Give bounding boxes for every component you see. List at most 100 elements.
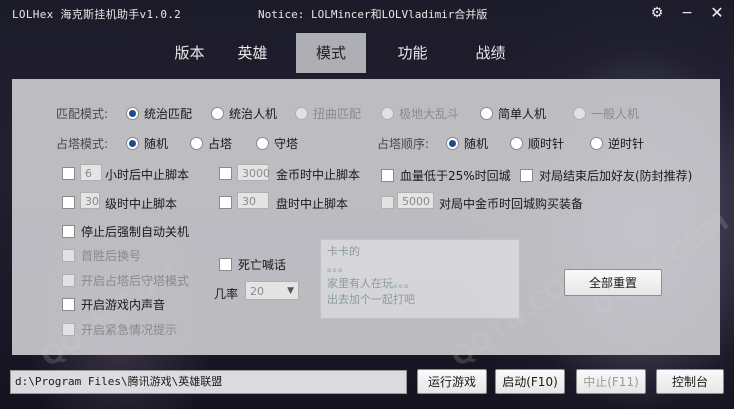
radio-label: 占塔 xyxy=(208,137,233,151)
death-chat-label: 死亡喊话 xyxy=(238,258,287,272)
gear-icon[interactable]: ⚙ xyxy=(646,3,668,23)
minimize-icon[interactable]: − xyxy=(676,3,698,23)
radio-dot xyxy=(446,137,459,150)
games-input[interactable]: 30 xyxy=(237,192,269,209)
shutdown-label: 停止后强制自动关机 xyxy=(81,225,190,239)
level-checkbox[interactable] xyxy=(62,196,81,209)
tower-order-label: 占塔顺序: xyxy=(377,137,430,151)
tab-hero[interactable]: 英雄 xyxy=(221,33,284,73)
gold-checkbox[interactable] xyxy=(219,167,238,180)
radio-dot xyxy=(190,137,203,150)
checkbox-box xyxy=(219,258,232,271)
hours-label: 小时后中止脚本 xyxy=(105,168,190,182)
add-friend-label: 对局结束后加好友(防封推荐) xyxy=(539,169,693,183)
death-chat-checkbox[interactable]: 死亡喊话 xyxy=(219,256,286,273)
checkbox-box xyxy=(62,323,75,336)
gold-input[interactable]: 3000 xyxy=(237,164,270,181)
radio-label: 逆时针 xyxy=(608,137,645,151)
hours-checkbox[interactable] xyxy=(62,167,81,180)
radio-label: 扭曲匹配 xyxy=(313,107,362,121)
first-win-label: 首胜后换号 xyxy=(81,249,142,263)
checkbox-box xyxy=(62,196,75,209)
game-sound-label: 开启游戏内声音 xyxy=(81,298,166,312)
chat-textarea[interactable]: 卡卡的 。。。 家里有人在玩。。。 出去加个一起打吧 xyxy=(320,239,520,319)
close-icon[interactable]: ✕ xyxy=(706,3,728,23)
games-checkbox[interactable] xyxy=(219,196,238,209)
reset-all-button[interactable]: 全部重置 xyxy=(564,269,662,296)
radio-label: 守塔 xyxy=(274,137,299,151)
radio-match-dominion[interactable]: 统治匹配 xyxy=(126,105,192,122)
defend-after-capture-checkbox[interactable]: 开启占塔后守塔模式 xyxy=(62,272,189,289)
radio-match-dominion-ai[interactable]: 统治人机 xyxy=(211,105,277,122)
radio-label: 随机 xyxy=(464,137,489,151)
hp-label: 血量低于25%时回城 xyxy=(400,169,511,183)
tab-version[interactable]: 版本 xyxy=(158,33,221,73)
radio-dot xyxy=(510,137,523,150)
mode-panel: 匹配模式: 统治匹配 统治人机 扭曲匹配 极地大乱斗 简单人机 一般人机 占塔模… xyxy=(12,79,720,355)
radio-match-easy-ai[interactable]: 简单人机 xyxy=(480,105,546,122)
chevron-down-icon: ▼ xyxy=(287,286,294,296)
emergency-checkbox[interactable]: 开启紧急情况提示 xyxy=(62,321,177,338)
probability-select[interactable]: 20 ▼ xyxy=(245,281,299,300)
probability-label: 几率 xyxy=(214,287,239,301)
radio-order-counterclockwise[interactable]: 逆时针 xyxy=(590,135,644,152)
start-button[interactable]: 启动(F10) xyxy=(495,369,565,394)
radio-dot xyxy=(295,107,308,120)
checkbox-box xyxy=(62,298,75,311)
buy-label: 对局中金币时回城购买装备 xyxy=(439,197,584,211)
tower-mode-label: 占塔模式: xyxy=(56,137,109,151)
emergency-label: 开启紧急情况提示 xyxy=(81,323,178,337)
stop-button[interactable]: 中止(F11) xyxy=(576,369,646,394)
console-button[interactable]: 控制台 xyxy=(656,369,724,394)
tab-function[interactable]: 功能 xyxy=(381,33,444,73)
defend-after-capture-label: 开启占塔后守塔模式 xyxy=(81,274,190,288)
radio-dot xyxy=(256,137,269,150)
radio-dot xyxy=(480,107,493,120)
radio-label: 统治匹配 xyxy=(144,107,193,121)
level-input[interactable]: 30 xyxy=(80,192,100,209)
radio-dot xyxy=(590,137,603,150)
hours-input[interactable]: 6 xyxy=(80,164,102,181)
radio-tower-random[interactable]: 随机 xyxy=(126,135,168,152)
checkbox-box xyxy=(520,169,533,182)
checkbox-box xyxy=(219,196,232,209)
game-path-input[interactable]: d:\Program Files\腾讯游戏\英雄联盟 xyxy=(10,370,407,394)
radio-label: 统治人机 xyxy=(229,107,278,121)
match-mode-label: 匹配模式: xyxy=(56,107,109,121)
run-game-button[interactable]: 运行游戏 xyxy=(417,369,487,394)
checkbox-box xyxy=(381,196,394,209)
radio-label: 随机 xyxy=(144,137,169,151)
buy-input[interactable]: 5000 xyxy=(397,192,434,209)
shutdown-checkbox[interactable]: 停止后强制自动关机 xyxy=(62,223,189,240)
radio-tower-defend[interactable]: 守塔 xyxy=(256,135,298,152)
tab-mode[interactable]: 模式 xyxy=(296,33,366,73)
first-win-checkbox[interactable]: 首胜后换号 xyxy=(62,247,141,264)
radio-match-aram[interactable]: 极地大乱斗 xyxy=(381,105,459,122)
add-friend-checkbox[interactable]: 对局结束后加好友(防封推荐) xyxy=(520,167,692,184)
chat-line: 。。。 xyxy=(327,261,349,274)
radio-label: 一般人机 xyxy=(591,107,640,121)
radio-order-random[interactable]: 随机 xyxy=(446,135,488,152)
radio-match-normal-ai[interactable]: 一般人机 xyxy=(573,105,639,122)
radio-label: 顺时针 xyxy=(528,137,565,151)
radio-label: 极地大乱斗 xyxy=(399,107,460,121)
checkbox-box xyxy=(62,249,75,262)
radio-match-twisted[interactable]: 扭曲匹配 xyxy=(295,105,361,122)
radio-dot xyxy=(126,137,139,150)
notice-text: Notice: LOLMincer和LOLVladimir合并版 xyxy=(258,8,488,21)
radio-dot xyxy=(573,107,586,120)
chat-line: 卡卡的 xyxy=(327,245,360,258)
app-title: LOLHex 海克斯挂机助手v1.0.2 xyxy=(12,8,182,21)
checkbox-box xyxy=(62,225,75,238)
radio-tower-capture[interactable]: 占塔 xyxy=(190,135,232,152)
radio-dot xyxy=(126,107,139,120)
tab-record[interactable]: 战绩 xyxy=(459,33,522,73)
probability-value: 20 xyxy=(250,285,264,298)
game-sound-checkbox[interactable]: 开启游戏内声音 xyxy=(62,296,165,313)
checkbox-box xyxy=(62,167,75,180)
hp-checkbox[interactable]: 血量低于25%时回城 xyxy=(381,167,511,184)
radio-label: 简单人机 xyxy=(498,107,547,121)
checkbox-box xyxy=(381,169,394,182)
level-label: 级时中止脚本 xyxy=(105,197,178,211)
radio-order-clockwise[interactable]: 顺时针 xyxy=(510,135,564,152)
